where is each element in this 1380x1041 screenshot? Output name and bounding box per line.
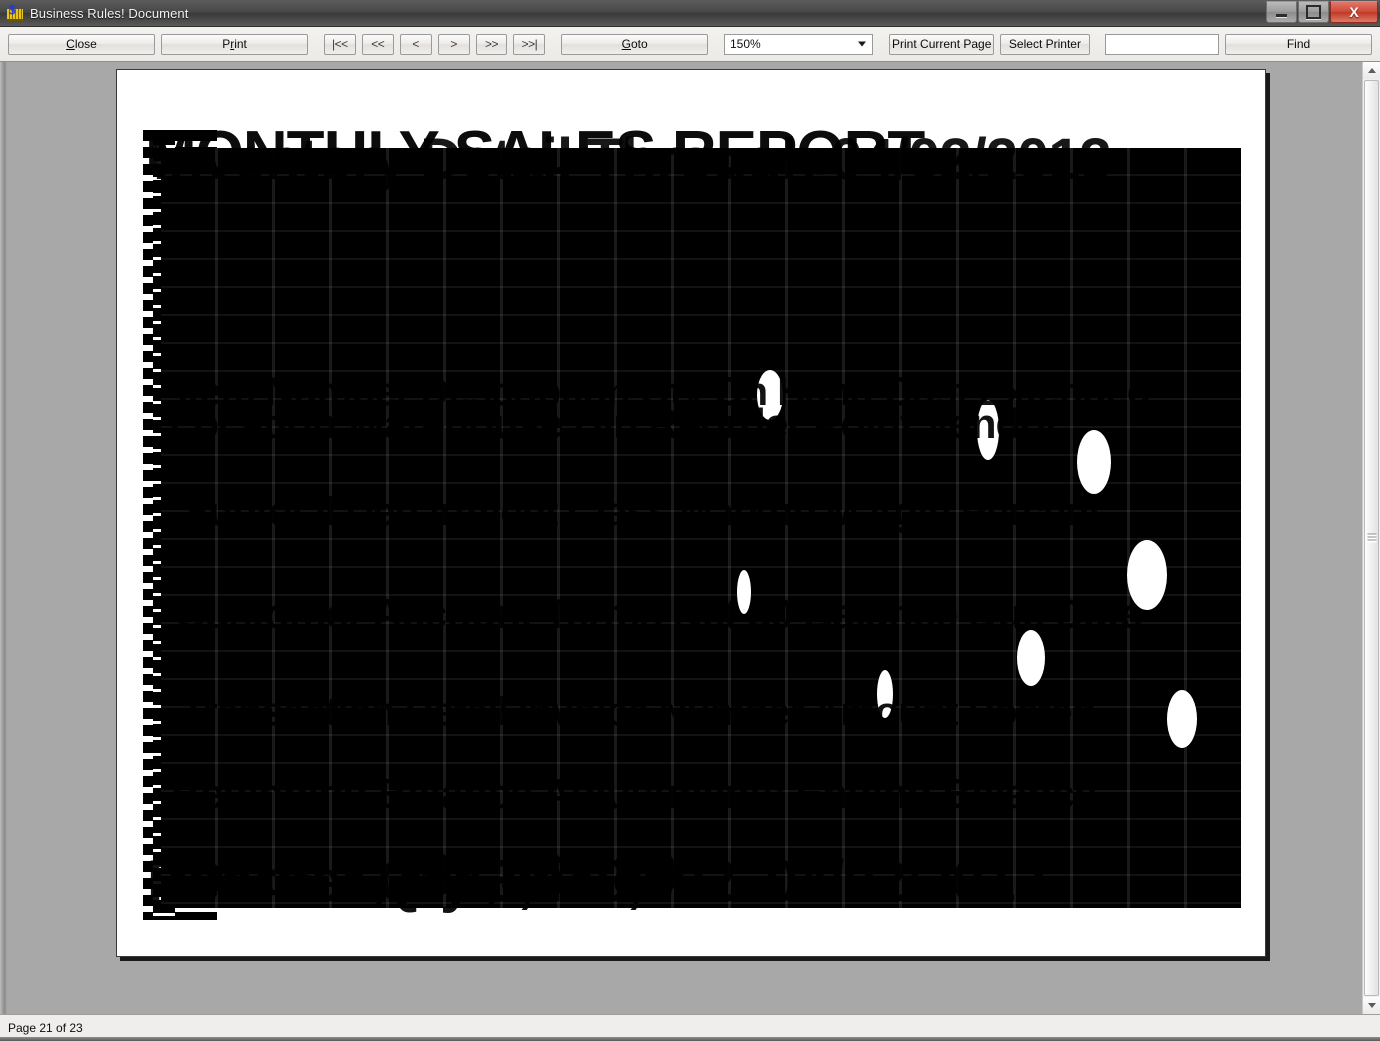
close-window-button[interactable]: X — [1330, 1, 1378, 23]
window-controls: X — [1265, 1, 1378, 23]
application-window: $ Business Rules! Document X Close Pr int… — [0, 0, 1380, 1041]
back-section-button[interactable]: << — [361, 33, 394, 55]
first-page-button[interactable]: |<< — [323, 33, 356, 55]
chevron-down-icon — [858, 41, 867, 47]
select-printer-button[interactable]: Select Printer — [1000, 33, 1090, 55]
body-overlay-row: Location Warehouse Bin Reorder Point Ven… — [169, 400, 1061, 447]
print-current-page-button[interactable]: Print Current Page — [889, 33, 995, 55]
find-input[interactable] — [1105, 33, 1219, 55]
close-icon: X — [1349, 4, 1359, 20]
page-status-text: Page 21 of 23 — [8, 1021, 83, 1035]
next-page-button[interactable]: > — [437, 33, 470, 55]
render-gap — [1077, 430, 1111, 494]
close-button[interactable]: Close — [8, 33, 156, 55]
corrupted-text-render: MONTHLY SALES REPORT Inventory Detail Th… — [117, 70, 1265, 956]
print-button[interactable]: Pr int — [161, 33, 309, 55]
scroll-down-icon — [1367, 1003, 1376, 1008]
scroll-up-button[interactable] — [1363, 62, 1380, 79]
document-viewport[interactable]: MONTHLY SALES REPORT Inventory Detail Th… — [0, 62, 1380, 1014]
scrollbar-grip-icon — [1367, 533, 1376, 543]
body-overlay-row: Customer Account Terms Net 30 Balance Du… — [175, 590, 1143, 637]
document-page: MONTHLY SALES REPORT Inventory Detail Th… — [116, 69, 1266, 957]
viewport-left-edge — [0, 62, 7, 1014]
minimize-button[interactable] — [1266, 1, 1297, 23]
window-title: Business Rules! Document — [30, 5, 189, 21]
scroll-up-icon — [1367, 68, 1376, 73]
body-overlay-row: Beginning Balance Adjustments Ending Bal… — [171, 770, 1097, 817]
find-button[interactable]: Find — [1225, 33, 1373, 55]
vertical-scrollbar[interactable] — [1362, 62, 1380, 1014]
goto-button[interactable]: Goto — [561, 33, 709, 55]
scroll-down-button[interactable] — [1363, 997, 1380, 1014]
zoom-level-value: 150% — [729, 37, 761, 51]
prev-page-button[interactable]: < — [399, 33, 432, 55]
window-bottom-edge — [0, 1037, 1380, 1041]
render-gap — [1167, 690, 1197, 748]
maximize-restore-button[interactable] — [1298, 1, 1329, 23]
bar-chart-dollar-icon: $ — [6, 3, 24, 22]
zoom-level-select[interactable]: 150% — [723, 33, 874, 55]
forward-section-button[interactable]: >> — [475, 33, 508, 55]
title-bar[interactable]: $ Business Rules! Document X — [0, 0, 1380, 27]
body-overlay-row: Transaction Detail Invoice Number Amount… — [181, 690, 1096, 734]
page-header-overlay-row: Inventory Detail Through 04/02/2013 — [153, 127, 1112, 192]
preview-toolbar: Close Pr int |<< << < > >> >>| Goto 150% … — [0, 27, 1380, 62]
page-footer-overlay-row: Reorder Qty 3,448,502. 04/02/2013 — [147, 849, 1047, 914]
render-gap — [1017, 630, 1045, 686]
body-overlay-row: Subtotal Department Class Markup Margin … — [183, 490, 1102, 534]
restore-icon — [1306, 5, 1321, 19]
scrollbar-thumb[interactable] — [1364, 80, 1379, 996]
last-page-button[interactable]: >>| — [513, 33, 546, 55]
minimize-icon — [1276, 14, 1287, 17]
